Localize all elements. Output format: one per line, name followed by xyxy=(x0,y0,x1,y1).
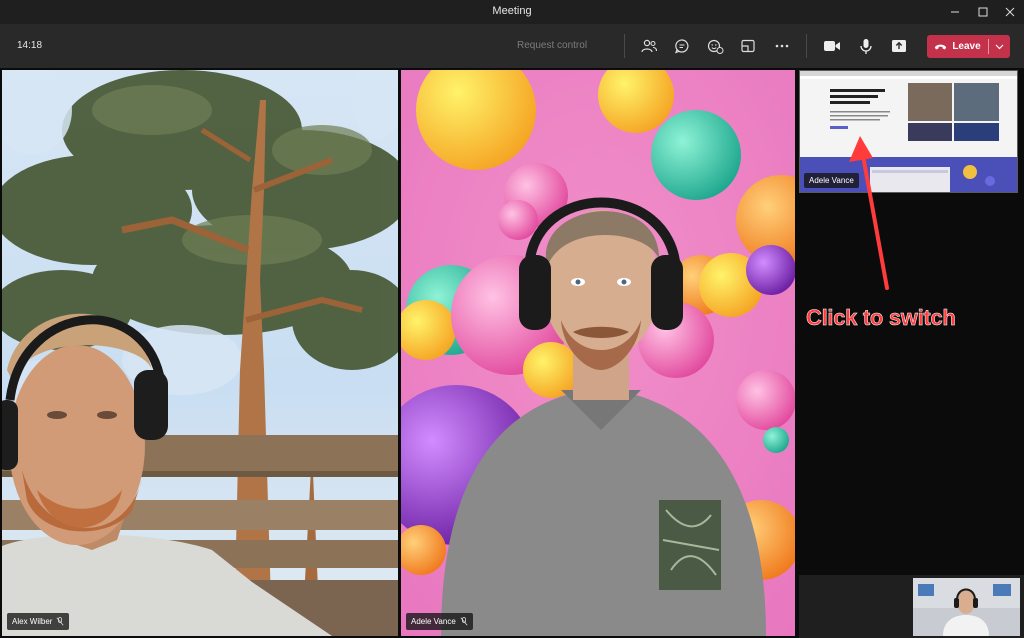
camera-icon xyxy=(824,41,840,51)
breakout-rooms-button[interactable] xyxy=(738,36,758,56)
meeting-toolbar: 14:18 Request control Leave xyxy=(0,24,1024,68)
leave-button[interactable]: Leave xyxy=(927,35,1010,58)
phone-icon xyxy=(935,44,947,49)
toolbar-divider xyxy=(806,34,807,58)
meeting-timer: 14:18 xyxy=(17,40,43,51)
window-title: Meeting xyxy=(492,5,532,17)
participant-name-tag: Adele Vance xyxy=(406,613,473,630)
participant-name: Adele Vance xyxy=(411,617,456,626)
alex-wilber-video-feed xyxy=(2,70,398,636)
video-tile-adele-vance[interactable]: Adele Vance xyxy=(401,70,795,636)
self-view-video[interactable] xyxy=(913,578,1020,636)
participant-name-tag: Alex Wilber xyxy=(7,613,70,630)
more-actions-button[interactable] xyxy=(772,36,792,56)
chat-icon xyxy=(675,39,689,54)
adele-vance-video-feed xyxy=(401,70,795,636)
leave-main[interactable]: Leave xyxy=(927,35,988,58)
more-icon xyxy=(775,44,789,48)
camera-button[interactable] xyxy=(822,36,842,56)
toolbar-divider xyxy=(624,34,625,58)
annotation-arrow xyxy=(849,136,889,290)
self-view-feed xyxy=(913,578,1020,636)
share-button[interactable] xyxy=(889,36,909,56)
leave-label: Leave xyxy=(952,41,981,52)
mic-off-icon xyxy=(460,617,468,626)
close-button[interactable] xyxy=(993,0,1024,24)
rooms-icon xyxy=(741,39,755,53)
participant-name: Alex Wilber xyxy=(12,617,53,626)
chat-button[interactable] xyxy=(672,36,692,56)
mic-off-icon xyxy=(56,617,64,626)
reactions-icon xyxy=(707,39,723,54)
people-icon xyxy=(641,39,658,53)
leave-options-button[interactable] xyxy=(989,35,1010,58)
chevron-down-icon xyxy=(995,44,1004,49)
request-control-button[interactable]: Request control xyxy=(517,40,587,51)
video-tile-alex-wilber[interactable]: Alex Wilber xyxy=(2,70,398,636)
share-icon xyxy=(892,40,906,52)
close-icon xyxy=(1005,7,1015,17)
mic-icon xyxy=(860,38,872,54)
maximize-icon xyxy=(978,7,988,17)
title-bar: Meeting xyxy=(0,0,1024,24)
reactions-button[interactable] xyxy=(705,36,725,56)
people-button[interactable] xyxy=(639,36,659,56)
minimize-icon xyxy=(951,11,959,13)
annotation-text: Click to switch xyxy=(806,305,956,331)
microphone-button[interactable] xyxy=(856,36,876,56)
